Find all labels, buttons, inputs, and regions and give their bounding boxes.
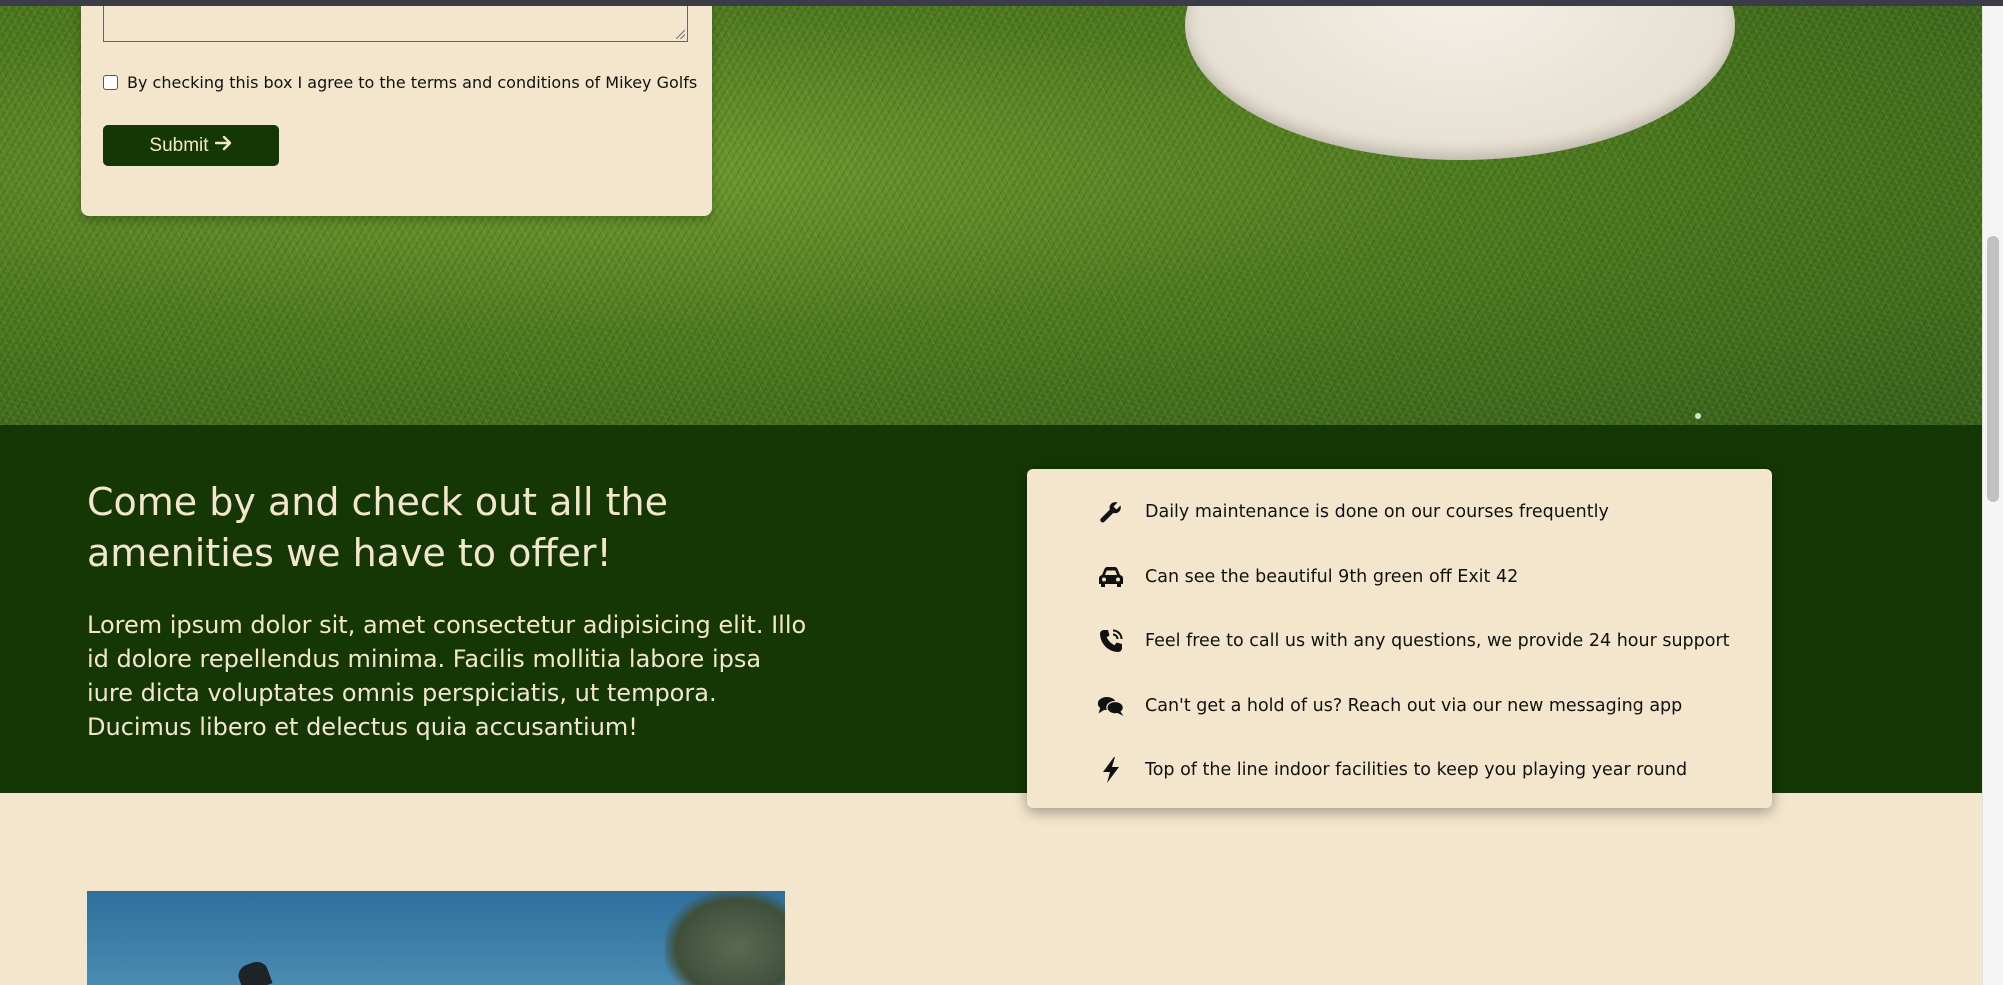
feature-item-support: Feel free to call us with any questions,… xyxy=(1097,624,1730,658)
feature-item-maintenance: Daily maintenance is done on our courses… xyxy=(1097,495,1609,529)
bolt-icon xyxy=(1097,756,1125,784)
chat-icon xyxy=(1097,692,1125,720)
phone-icon xyxy=(1097,627,1125,655)
amenities-heading: Come by and check out all the amenities … xyxy=(87,480,669,575)
terms-checkbox[interactable] xyxy=(103,75,118,90)
terms-row: By checking this box I agree to the term… xyxy=(103,73,697,92)
car-icon xyxy=(1097,563,1125,591)
feature-text: Top of the line indoor facilities to kee… xyxy=(1145,760,1688,780)
submit-button[interactable]: Submit xyxy=(103,125,279,166)
amenities-description: Lorem ipsum dolor sit, amet consectetur … xyxy=(87,611,807,741)
golf-hole-image xyxy=(1185,0,1735,160)
carousel-dot[interactable] xyxy=(1695,413,1701,419)
feature-item-facilities: Top of the line indoor facilities to kee… xyxy=(1097,753,1687,787)
feature-text: Daily maintenance is done on our courses… xyxy=(1145,502,1609,522)
golf-club-head xyxy=(235,958,273,985)
message-textarea[interactable] xyxy=(103,0,688,42)
resize-handle-icon[interactable] xyxy=(676,30,685,39)
feature-item-location: Can see the beautiful 9th green off Exit… xyxy=(1097,560,1518,594)
submit-label: Submit xyxy=(149,134,209,156)
tree-silhouette xyxy=(665,891,785,985)
terms-label: By checking this box I agree to the term… xyxy=(127,73,698,92)
wrench-icon xyxy=(1097,498,1125,526)
contact-form: By checking this box I agree to the term… xyxy=(81,0,712,216)
features-card: Daily maintenance is done on our courses… xyxy=(1027,469,1772,808)
feature-text: Can't get a hold of us? Reach out via ou… xyxy=(1145,696,1683,716)
feature-item-messaging: Can't get a hold of us? Reach out via ou… xyxy=(1097,689,1682,723)
golfer-photo xyxy=(87,891,785,985)
page-scrollbar[interactable] xyxy=(1982,0,2003,985)
feature-text: Feel free to call us with any questions,… xyxy=(1145,631,1730,651)
feature-text: Can see the beautiful 9th green off Exit… xyxy=(1145,567,1519,587)
browser-top-strip xyxy=(0,0,2003,6)
arrow-right-icon xyxy=(214,135,233,157)
scrollbar-thumb[interactable] xyxy=(1987,236,1999,502)
